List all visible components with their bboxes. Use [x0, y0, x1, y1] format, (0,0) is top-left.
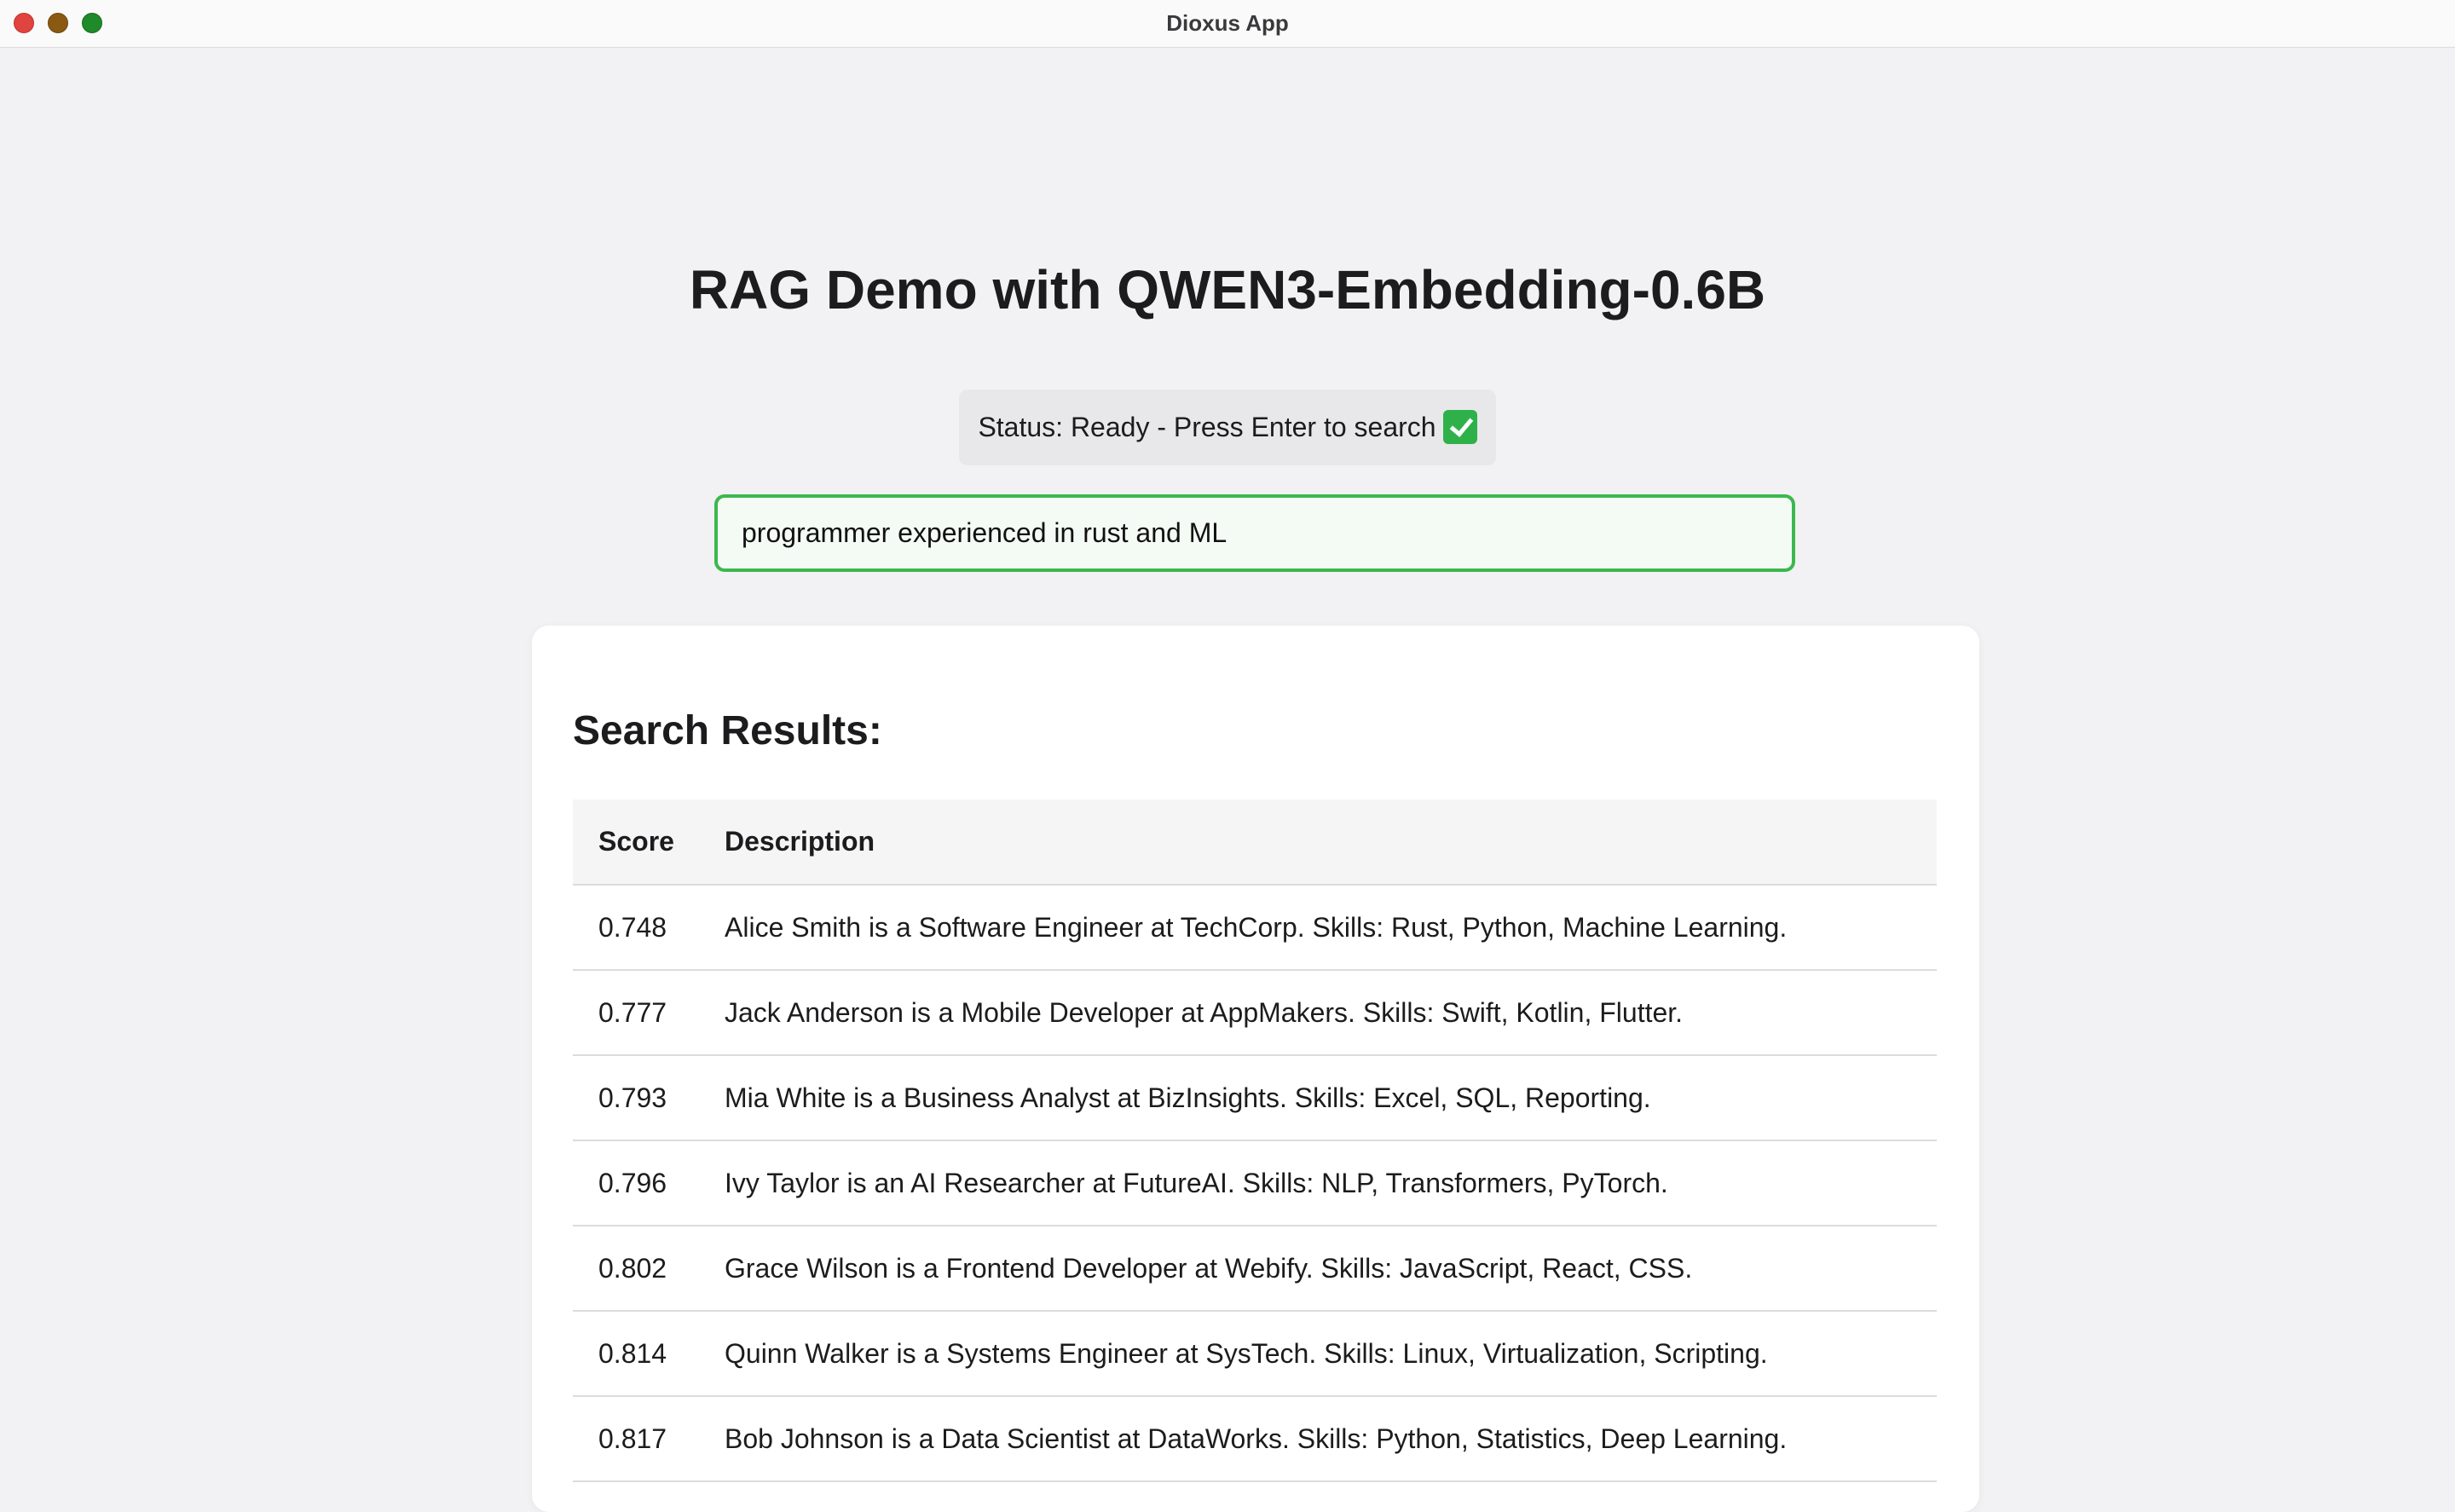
status-container: Status: Ready - Press Enter to search — [0, 390, 2455, 465]
row-description: Grace Wilson is a Frontend Developer at … — [699, 1226, 1937, 1312]
row-description: Jack Anderson is a Mobile Developer at A… — [699, 970, 1937, 1056]
page-title: RAG Demo with QWEN3-Embedding-0.6B — [689, 259, 1766, 320]
table-row: 0.817 Bob Johnson is a Data Scientist at… — [573, 1396, 1937, 1482]
column-header-score: Score — [573, 799, 699, 886]
table-header-row: Score Description — [573, 799, 1937, 886]
status-text: Status: Ready - Press Enter to search — [978, 412, 1436, 442]
window-title: Dioxus App — [1166, 10, 1289, 36]
table-row: 0.748 Alice Smith is a Software Engineer… — [573, 885, 1937, 971]
table-row: 0.796 Ivy Taylor is an AI Researcher at … — [573, 1140, 1937, 1226]
row-description: Ivy Taylor is an AI Researcher at Future… — [699, 1140, 1937, 1226]
row-score: 0.817 — [573, 1396, 699, 1482]
results-table: Score Description 0.748 Alice Smith is a… — [573, 799, 1937, 1482]
row-score: 0.802 — [573, 1226, 699, 1312]
row-score: 0.796 — [573, 1140, 699, 1226]
row-description: Alice Smith is a Software Engineer at Te… — [699, 885, 1937, 971]
column-header-description: Description — [699, 799, 1937, 886]
row-score: 0.777 — [573, 970, 699, 1056]
search-input[interactable] — [714, 494, 1795, 572]
window-titlebar: Dioxus App — [0, 0, 2455, 48]
results-card: Search Results: Score Description 0.748 … — [532, 626, 1979, 1512]
row-score: 0.793 — [573, 1055, 699, 1141]
table-row: 0.814 Quinn Walker is a Systems Engineer… — [573, 1311, 1937, 1397]
status-badge: Status: Ready - Press Enter to search — [959, 390, 1496, 465]
row-description: Quinn Walker is a Systems Engineer at Sy… — [699, 1311, 1937, 1397]
table-row: 0.777 Jack Anderson is a Mobile Develope… — [573, 970, 1937, 1056]
table-row: 0.793 Mia White is a Business Analyst at… — [573, 1055, 1937, 1141]
check-mark-icon — [1442, 409, 1477, 444]
row-description: Mia White is a Business Analyst at BizIn… — [699, 1055, 1937, 1141]
table-row: 0.802 Grace Wilson is a Frontend Develop… — [573, 1226, 1937, 1312]
row-description: Bob Johnson is a Data Scientist at DataW… — [699, 1396, 1937, 1482]
results-heading: Search Results: — [573, 708, 882, 753]
row-score: 0.748 — [573, 885, 699, 971]
row-score: 0.814 — [573, 1311, 699, 1397]
